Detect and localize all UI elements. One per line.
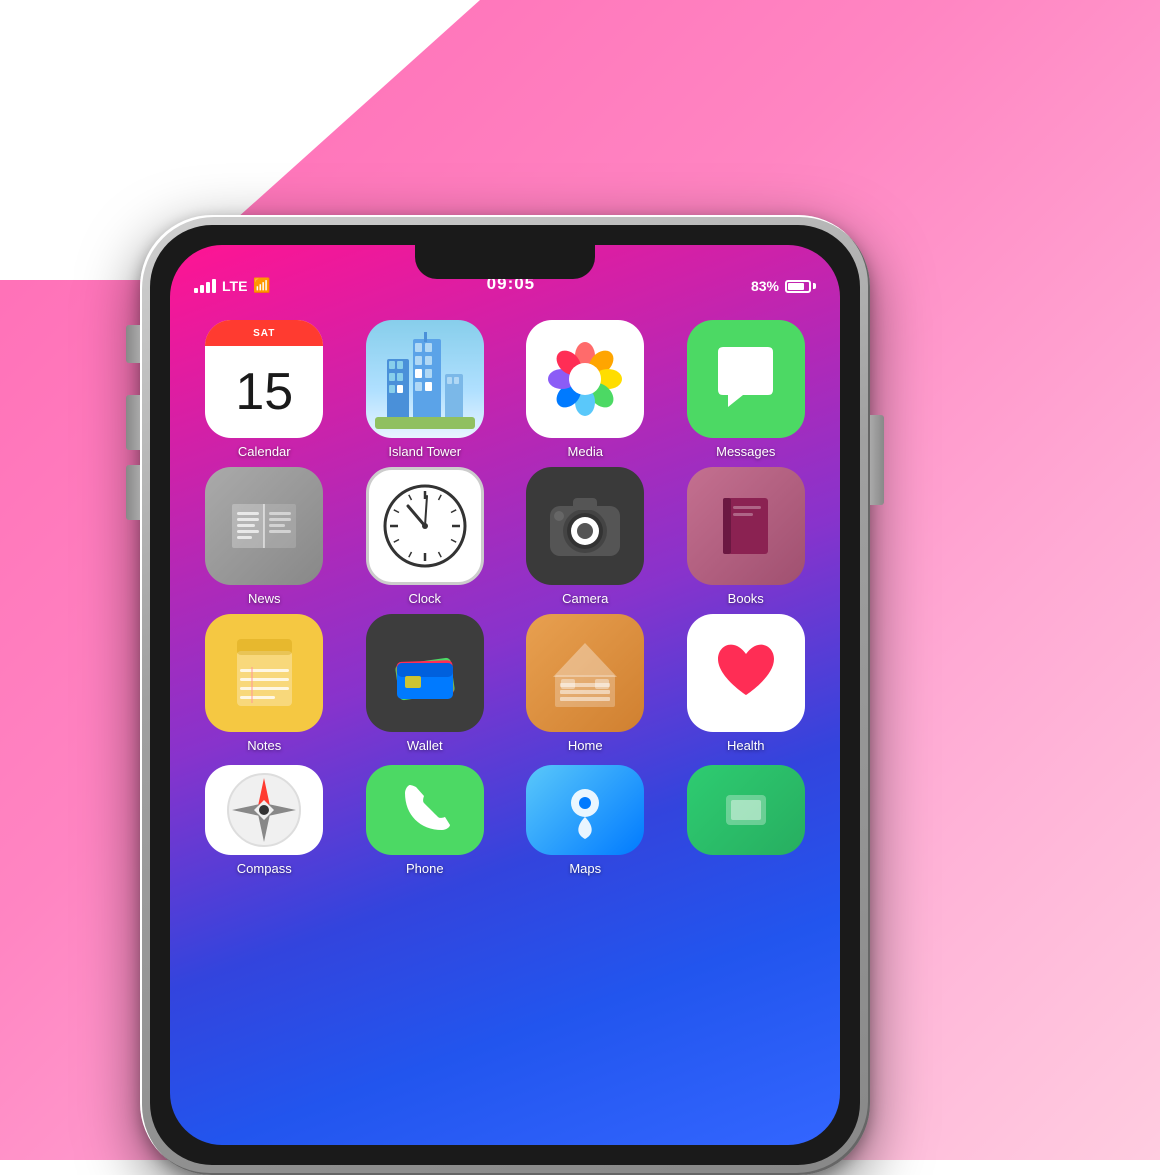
news-label: News <box>248 591 281 606</box>
volume-down-button[interactable] <box>126 465 140 520</box>
books-label: Books <box>728 591 764 606</box>
app-books[interactable]: Books <box>676 467 816 606</box>
status-right: 83% <box>751 278 816 294</box>
battery-icon <box>785 280 816 293</box>
messages-label: Messages <box>716 444 775 459</box>
app-media[interactable]: Media <box>515 320 655 459</box>
app-clock[interactable]: Clock <box>355 467 495 606</box>
power-button[interactable] <box>870 415 884 505</box>
app-home[interactable]: Home <box>515 614 655 753</box>
app-news[interactable]: News <box>194 467 334 606</box>
app-compass[interactable]: Compass <box>194 765 334 876</box>
island-tower-label: Island Tower <box>388 444 461 459</box>
status-left: LTE 📶 <box>194 277 271 294</box>
calendar-icon: SAT 15 <box>205 320 323 438</box>
phone-screen: LTE 📶 09:05 83% <box>170 245 840 1145</box>
app-wallet[interactable]: Wallet <box>355 614 495 753</box>
unknown-icon <box>687 765 805 855</box>
home-icon <box>526 614 644 732</box>
app-maps[interactable]: Maps <box>515 765 655 876</box>
clock-icon <box>366 467 484 585</box>
volume-up-button[interactable] <box>126 395 140 450</box>
phone-icon <box>366 765 484 855</box>
app-grid: SAT 15 Calendar <box>170 305 840 891</box>
camera-label: Camera <box>562 591 608 606</box>
maps-icon <box>526 765 644 855</box>
media-label: Media <box>568 444 603 459</box>
calendar-date: 15 <box>235 366 293 418</box>
media-icon <box>526 320 644 438</box>
app-row-3: Notes <box>188 614 822 753</box>
health-label: Health <box>727 738 765 753</box>
messages-icon <box>687 320 805 438</box>
wallet-label: Wallet <box>407 738 443 753</box>
compass-icon <box>205 765 323 855</box>
news-icon <box>205 467 323 585</box>
network-type: LTE <box>222 278 247 294</box>
signal-bar-3 <box>206 282 210 293</box>
battery-percent: 83% <box>751 278 779 294</box>
app-row-2: News <box>188 467 822 606</box>
signal-bar-4 <box>212 279 216 293</box>
clock-label: Clock <box>408 591 441 606</box>
app-unknown[interactable] <box>676 765 816 876</box>
app-row-1: SAT 15 Calendar <box>188 320 822 459</box>
app-phone[interactable]: Phone <box>355 765 495 876</box>
health-icon <box>687 614 805 732</box>
calendar-label: Calendar <box>238 444 291 459</box>
island-tower-icon <box>366 320 484 438</box>
app-health[interactable]: Health <box>676 614 816 753</box>
app-row-4: Compass Phone <box>188 765 822 876</box>
mute-button[interactable] <box>126 325 140 363</box>
compass-label: Compass <box>237 861 292 876</box>
signal-bar-2 <box>200 285 204 293</box>
signal-bars <box>194 279 216 293</box>
wallet-icon <box>366 614 484 732</box>
signal-bar-1 <box>194 288 198 293</box>
phone-label: Phone <box>406 861 444 876</box>
phone-bezel: LTE 📶 09:05 83% <box>150 225 860 1165</box>
app-island-tower[interactable]: Island Tower <box>355 320 495 459</box>
books-icon <box>687 467 805 585</box>
camera-icon <box>526 467 644 585</box>
notes-label: Notes <box>247 738 281 753</box>
app-calendar[interactable]: SAT 15 Calendar <box>194 320 334 459</box>
phone-frame: LTE 📶 09:05 83% <box>140 215 870 1175</box>
notch <box>415 245 595 279</box>
app-camera[interactable]: Camera <box>515 467 655 606</box>
notes-icon <box>205 614 323 732</box>
app-notes[interactable]: Notes <box>194 614 334 753</box>
wifi-icon: 📶 <box>253 277 270 294</box>
app-messages[interactable]: Messages <box>676 320 816 459</box>
maps-label: Maps <box>569 861 601 876</box>
home-label: Home <box>568 738 603 753</box>
